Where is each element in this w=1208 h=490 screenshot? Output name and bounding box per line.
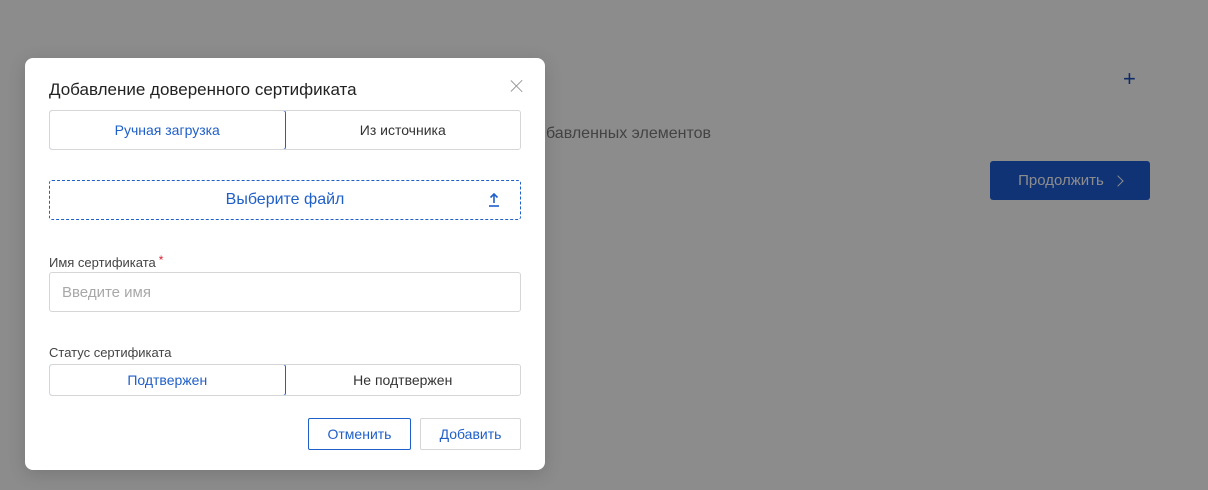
certificate-status-label: Статус сертификата: [49, 345, 172, 360]
status-toggle: Подтвержен Не подтвержен: [49, 364, 521, 396]
source-tabs: Ручная загрузка Из источника: [49, 110, 521, 150]
certificate-name-label-text: Имя сертификата: [49, 255, 156, 270]
dialog-title: Добавление доверенного сертификата: [49, 80, 357, 99]
file-picker-button[interactable]: Выберите файл: [49, 180, 521, 220]
add-button[interactable]: Добавить: [420, 418, 521, 450]
cancel-button[interactable]: Отменить: [308, 418, 411, 450]
add-certificate-dialog: Добавление доверенного сертификата Ручна…: [25, 58, 545, 470]
certificate-name-label: Имя сертификата *: [49, 253, 163, 270]
upload-icon: [489, 193, 499, 207]
file-picker-label: Выберите файл: [225, 191, 345, 208]
required-mark: *: [158, 253, 164, 267]
status-option-confirmed[interactable]: Подтвержен: [50, 365, 286, 395]
tab-from-source[interactable]: Из источника: [285, 111, 520, 149]
status-option-not-confirmed[interactable]: Не подтвержен: [285, 365, 520, 395]
tab-manual-upload[interactable]: Ручная загрузка: [50, 111, 286, 149]
close-icon[interactable]: [509, 78, 525, 94]
certificate-name-input[interactable]: [49, 272, 521, 312]
